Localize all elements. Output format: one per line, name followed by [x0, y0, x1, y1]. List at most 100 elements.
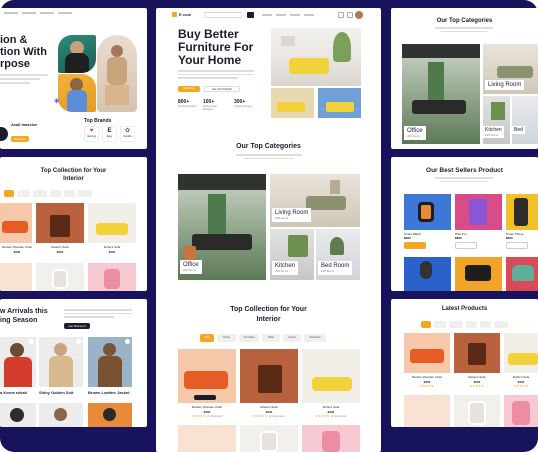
product-ipad-pro[interactable] [455, 194, 502, 230]
wishlist-icon[interactable] [76, 339, 81, 344]
rating-stars: ★★★★★ [469, 384, 485, 388]
latest-product-2[interactable] [454, 333, 500, 373]
add-to-cart-button[interactable] [404, 242, 426, 249]
nav-item[interactable] [290, 14, 300, 16]
rating-stars: ★★★★★ [513, 384, 529, 388]
tab-armchairs[interactable]: Armchairs [239, 334, 259, 342]
search-input[interactable] [204, 12, 242, 18]
product-card-3[interactable] [302, 349, 360, 403]
category-kitchen[interactable]: Kitchen 295 Items [270, 229, 314, 280]
avatar[interactable] [355, 11, 363, 19]
product-card-2[interactable] [240, 349, 298, 403]
latest-product-3[interactable] [504, 333, 538, 373]
avatar [0, 126, 8, 141]
shop-now-button[interactable]: Shop Now [178, 86, 200, 92]
tab-lamps[interactable]: Lamps [283, 334, 301, 342]
rating-stars: ★★★★★ [419, 384, 435, 388]
hero-image [271, 28, 361, 86]
heart-icon[interactable] [347, 12, 353, 18]
left-collection-card: Top Collection for Your Interior Modern … [0, 157, 147, 291]
center-homepage-card: E·com Buy Better Furniture For Your Home… [156, 8, 381, 452]
arrival-photo-6[interactable] [88, 403, 132, 427]
latest-product-6[interactable] [504, 395, 538, 427]
category-bed-room[interactable]: Bed Room 295 Items [316, 229, 360, 280]
category-living-room[interactable]: Living Room 295 Items [270, 174, 360, 227]
sparkle-icon: ✶ [53, 96, 61, 106]
left-hero-title: ion & tion With rpose [0, 34, 47, 70]
product-image-1[interactable] [0, 203, 32, 243]
nav-item[interactable] [276, 14, 286, 16]
product-image-2[interactable] [36, 203, 84, 243]
product-smart-watch[interactable] [404, 194, 451, 230]
latest-product-5[interactable] [454, 395, 500, 427]
tab-lamps[interactable] [64, 190, 75, 197]
left-collection-tabs [4, 190, 92, 197]
tab-chairs[interactable]: Chairs [217, 334, 236, 342]
latest-product-4[interactable] [404, 395, 450, 427]
tab-table[interactable] [466, 321, 477, 328]
model-photo-3 [97, 35, 137, 112]
arrival-photo-3[interactable] [88, 337, 132, 387]
product-image-5[interactable] [36, 263, 84, 291]
wishlist-icon[interactable] [29, 339, 34, 344]
product-microphone[interactable] [404, 257, 451, 291]
tab-wardrobe[interactable] [78, 190, 92, 197]
product-card-1[interactable] [178, 349, 236, 403]
brand-easy[interactable]: E Easy [102, 126, 117, 142]
tab-table[interactable]: Table [262, 334, 280, 342]
tab-lamps[interactable] [480, 321, 491, 328]
product-image-3[interactable] [88, 203, 136, 243]
tab-sofa[interactable] [421, 321, 431, 328]
arrival-photo-1[interactable] [0, 337, 36, 387]
brand-logo[interactable]: E·com [172, 12, 191, 17]
arrival-photo-4[interactable] [0, 403, 36, 427]
product-card-5[interactable] [240, 425, 298, 452]
tab-armchairs[interactable] [449, 321, 463, 328]
product-card-4[interactable] [178, 425, 236, 452]
collection-title: Top Collection for Your Interior [230, 306, 307, 323]
right-category-office[interactable]: Office 295 Items [402, 44, 480, 144]
search-button[interactable] [247, 12, 254, 18]
tab-sofa[interactable]: Sofa [200, 334, 214, 342]
portfolio-button[interactable]: Get Your Portfolio [204, 86, 240, 92]
cart-icon[interactable] [338, 12, 344, 18]
tab-wardrobe[interactable]: Wardrobe [304, 334, 326, 342]
arrival-photo-5[interactable] [39, 403, 83, 427]
category-office[interactable]: Office 295 Items [178, 174, 266, 280]
right-category-kitchen[interactable]: Kitchen 295 Items [483, 96, 510, 144]
left-collection-title: Top Collection for Your Interior [40, 168, 107, 182]
product-image-6[interactable] [88, 263, 136, 291]
tab-chairs[interactable] [434, 321, 446, 328]
product-smart-phone[interactable] [506, 194, 538, 230]
get-discount-button[interactable]: Get Discount [64, 323, 90, 329]
tab-wardrobe[interactable] [494, 321, 508, 328]
product-telephone[interactable] [506, 257, 538, 291]
hero-title: Buy Better Furniture For Your Home [178, 27, 254, 67]
brand-gaming[interactable]: ♥ Gaming [84, 126, 99, 142]
nav-item[interactable] [262, 14, 272, 16]
tab-sofa[interactable] [4, 190, 14, 197]
product-camera[interactable] [455, 257, 502, 291]
latest-product-1[interactable] [404, 333, 450, 373]
tab-table[interactable] [50, 190, 61, 197]
rating-stars: ★★★★★ (4 Review) [315, 414, 347, 418]
brand-kamilla[interactable]: ✿ Kamilla [120, 126, 135, 142]
hero-thumb-2[interactable] [318, 88, 361, 118]
hero-thumb-1[interactable] [271, 88, 314, 118]
arrival-photo-2[interactable] [39, 337, 83, 387]
add-to-cart-button[interactable] [194, 395, 216, 400]
add-to-cart-button[interactable] [506, 242, 528, 249]
tab-chairs[interactable] [17, 190, 30, 197]
right-category-bed[interactable]: Bed [512, 96, 538, 144]
tab-armchairs[interactable] [33, 190, 47, 197]
stat-3: 300+ Ongoing Project [234, 99, 252, 108]
nav-item[interactable] [304, 14, 314, 16]
best-sellers-title: Our Best Sellers Product [426, 167, 503, 174]
model-photo-1 [58, 35, 96, 73]
brands-row: ♥ Gaming E Easy ✿ Kamilla [84, 126, 135, 142]
product-image-4[interactable] [0, 263, 32, 291]
right-category-living-room[interactable]: Living Room [483, 44, 538, 94]
add-to-cart-button[interactable] [455, 242, 477, 249]
wishlist-icon[interactable] [125, 339, 130, 344]
product-card-6[interactable] [302, 425, 360, 452]
